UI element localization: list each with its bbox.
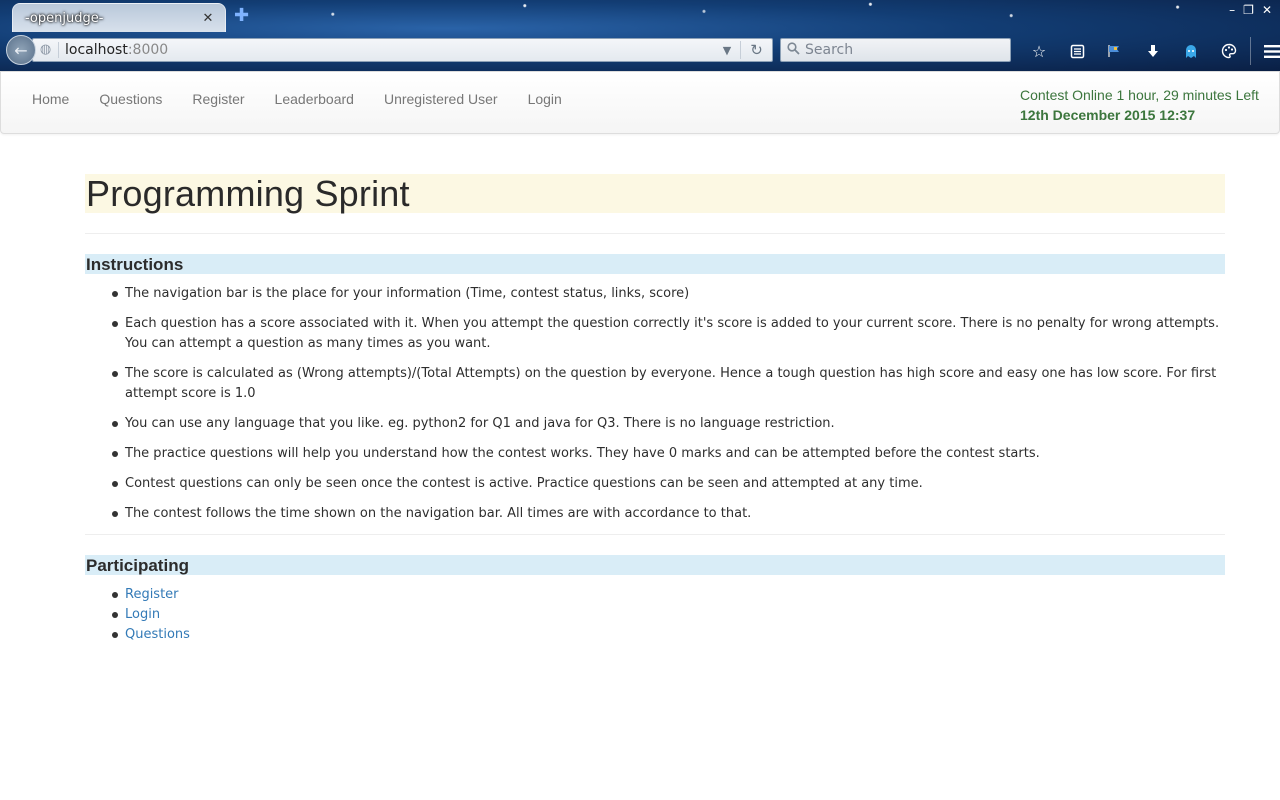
participating-links: Register Login Questions (85, 585, 1225, 645)
ghost-extension-icon[interactable] (1172, 38, 1210, 64)
nav-link-user[interactable]: Unregistered User (369, 91, 513, 107)
new-tab-icon[interactable]: ✚ (234, 5, 249, 26)
page-title: Programming Sprint (85, 174, 1225, 214)
list-item: You can use any language that you like. … (112, 414, 1225, 434)
nav-link-leaderboard[interactable]: Leaderboard (260, 91, 369, 107)
register-link[interactable]: Register (125, 587, 179, 602)
browser-tab[interactable]: -openjudge- ✕ (12, 3, 226, 32)
arrow-left-icon: ← (14, 40, 28, 60)
contest-info: Contest Online 1 hour, 29 minutes Left 1… (1020, 85, 1275, 125)
list-item: Register (112, 585, 1225, 605)
window-controls: – ❐ ✕ (1229, 3, 1272, 17)
flag-icon[interactable] (1096, 38, 1134, 64)
reading-list-icon[interactable] (1058, 38, 1096, 64)
list-item: Questions (112, 625, 1225, 645)
search-input[interactable] (805, 42, 995, 58)
contest-status: Contest Online 1 hour, 29 minutes Left (1020, 87, 1259, 103)
close-tab-icon[interactable]: ✕ (201, 11, 215, 26)
toolbar-icons: ☆ (1020, 37, 1280, 65)
search-icon (787, 41, 800, 59)
questions-link[interactable]: Questions (125, 627, 190, 642)
participating-heading: Participating (85, 555, 1225, 575)
tab-title: -openjudge- (25, 10, 104, 26)
nav-link-login[interactable]: Login (513, 91, 577, 107)
login-link[interactable]: Login (125, 607, 160, 622)
toolbar-divider (1250, 37, 1251, 65)
address-bar[interactable]: ◍ localhost:8000 ▼ ↻ (32, 38, 773, 62)
nav-link-register[interactable]: Register (177, 91, 259, 107)
contest-time: 12th December 2015 12:37 (1020, 107, 1196, 123)
globe-icon: ◍ (33, 42, 59, 58)
reload-icon[interactable]: ↻ (740, 41, 772, 59)
nav-link-questions[interactable]: Questions (84, 91, 177, 107)
list-item: The contest follows the time shown on th… (112, 504, 1225, 524)
back-button[interactable]: ← (6, 35, 36, 65)
divider (85, 534, 1225, 535)
tab-bar: -openjudge- ✕ ✚ – ❐ ✕ (0, 0, 1280, 32)
url-text[interactable]: localhost:8000 (59, 42, 714, 58)
divider (85, 233, 1225, 234)
list-item: The score is calculated as (Wrong attemp… (112, 364, 1225, 404)
search-bar[interactable] (780, 38, 1011, 62)
list-item: The practice questions will help you und… (112, 444, 1225, 464)
minimize-icon[interactable]: – (1229, 3, 1235, 17)
palette-icon[interactable] (1210, 38, 1248, 64)
instructions-heading: Instructions (85, 254, 1225, 274)
list-item: Login (112, 605, 1225, 625)
instructions-list: The navigation bar is the place for your… (85, 284, 1225, 524)
maximize-icon[interactable]: ❐ (1243, 3, 1254, 17)
hamburger-menu-icon[interactable] (1253, 38, 1280, 64)
close-window-icon[interactable]: ✕ (1262, 3, 1272, 17)
bookmark-star-icon[interactable]: ☆ (1020, 38, 1058, 64)
nav-link-home[interactable]: Home (17, 91, 84, 107)
chevron-down-icon[interactable]: ▼ (714, 44, 740, 57)
navigation-toolbar: ◍ localhost:8000 ▼ ↻ ← ☆ (0, 32, 1280, 70)
list-item: Contest questions can only be seen once … (112, 474, 1225, 494)
browser-chrome: -openjudge- ✕ ✚ – ❐ ✕ ◍ localhost:8000 ▼… (0, 0, 1280, 71)
site-navbar: Home Questions Register Leaderboard Unre… (0, 71, 1280, 134)
list-item: Each question has a score associated wit… (112, 314, 1225, 354)
list-item: The navigation bar is the place for your… (112, 284, 1225, 304)
main-content: Programming Sprint Instructions The navi… (85, 174, 1225, 645)
nav-links: Home Questions Register Leaderboard Unre… (17, 72, 577, 126)
download-icon[interactable] (1134, 38, 1172, 64)
